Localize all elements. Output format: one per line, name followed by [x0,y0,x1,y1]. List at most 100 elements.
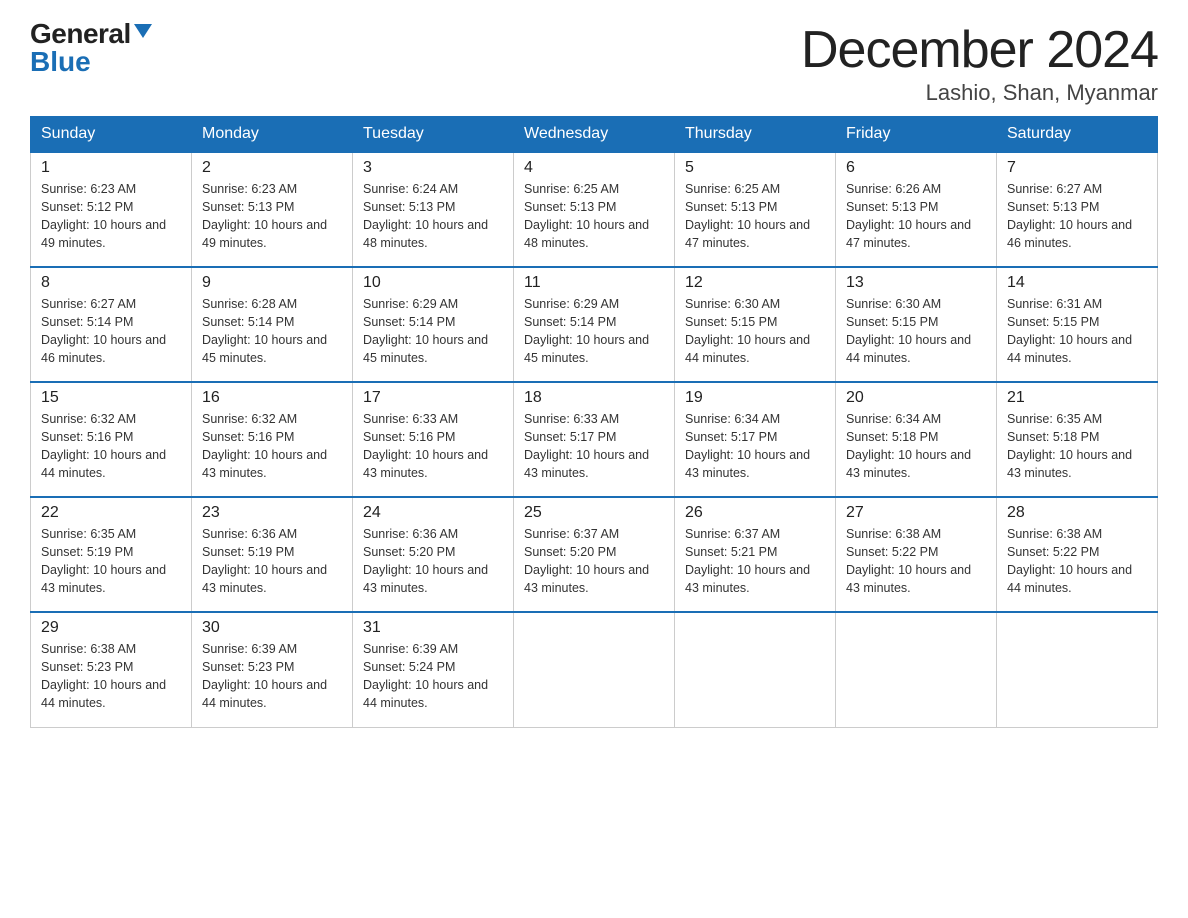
day-cell-27: 27 Sunrise: 6:38 AMSunset: 5:22 PMDaylig… [836,497,997,612]
week-row-5: 29 Sunrise: 6:38 AMSunset: 5:23 PMDaylig… [31,612,1158,727]
month-title: December 2024 [801,20,1158,80]
day-number: 8 [41,274,181,292]
day-cell-13: 13 Sunrise: 6:30 AMSunset: 5:15 PMDaylig… [836,267,997,382]
day-cell-11: 11 Sunrise: 6:29 AMSunset: 5:14 PMDaylig… [514,267,675,382]
day-number: 4 [524,159,664,177]
day-info: Sunrise: 6:25 AMSunset: 5:13 PMDaylight:… [524,180,664,253]
day-number: 21 [1007,389,1147,407]
day-number: 28 [1007,504,1147,522]
empty-cell [514,612,675,727]
day-info: Sunrise: 6:29 AMSunset: 5:14 PMDaylight:… [363,295,503,368]
day-cell-1: 1 Sunrise: 6:23 AMSunset: 5:12 PMDayligh… [31,152,192,267]
day-info: Sunrise: 6:37 AMSunset: 5:21 PMDaylight:… [685,525,825,598]
weekday-header-saturday: Saturday [997,117,1158,153]
day-number: 3 [363,159,503,177]
day-cell-6: 6 Sunrise: 6:26 AMSunset: 5:13 PMDayligh… [836,152,997,267]
day-cell-23: 23 Sunrise: 6:36 AMSunset: 5:19 PMDaylig… [192,497,353,612]
day-info: Sunrise: 6:31 AMSunset: 5:15 PMDaylight:… [1007,295,1147,368]
day-number: 18 [524,389,664,407]
day-cell-31: 31 Sunrise: 6:39 AMSunset: 5:24 PMDaylig… [353,612,514,727]
day-cell-24: 24 Sunrise: 6:36 AMSunset: 5:20 PMDaylig… [353,497,514,612]
day-info: Sunrise: 6:37 AMSunset: 5:20 PMDaylight:… [524,525,664,598]
day-cell-25: 25 Sunrise: 6:37 AMSunset: 5:20 PMDaylig… [514,497,675,612]
day-number: 22 [41,504,181,522]
day-number: 11 [524,274,664,292]
day-number: 1 [41,159,181,177]
day-number: 15 [41,389,181,407]
day-cell-29: 29 Sunrise: 6:38 AMSunset: 5:23 PMDaylig… [31,612,192,727]
title-block: December 2024 Lashio, Shan, Myanmar [801,20,1158,106]
day-number: 26 [685,504,825,522]
day-number: 12 [685,274,825,292]
day-cell-26: 26 Sunrise: 6:37 AMSunset: 5:21 PMDaylig… [675,497,836,612]
day-info: Sunrise: 6:30 AMSunset: 5:15 PMDaylight:… [846,295,986,368]
day-number: 24 [363,504,503,522]
day-cell-2: 2 Sunrise: 6:23 AMSunset: 5:13 PMDayligh… [192,152,353,267]
day-number: 31 [363,619,503,637]
day-cell-14: 14 Sunrise: 6:31 AMSunset: 5:15 PMDaylig… [997,267,1158,382]
weekday-header-wednesday: Wednesday [514,117,675,153]
day-cell-18: 18 Sunrise: 6:33 AMSunset: 5:17 PMDaylig… [514,382,675,497]
day-number: 16 [202,389,342,407]
day-number: 30 [202,619,342,637]
day-number: 10 [363,274,503,292]
day-info: Sunrise: 6:26 AMSunset: 5:13 PMDaylight:… [846,180,986,253]
calendar-table: SundayMondayTuesdayWednesdayThursdayFrid… [30,116,1158,728]
day-number: 9 [202,274,342,292]
day-info: Sunrise: 6:29 AMSunset: 5:14 PMDaylight:… [524,295,664,368]
day-info: Sunrise: 6:34 AMSunset: 5:18 PMDaylight:… [846,410,986,483]
week-row-2: 8 Sunrise: 6:27 AMSunset: 5:14 PMDayligh… [31,267,1158,382]
day-number: 29 [41,619,181,637]
day-cell-9: 9 Sunrise: 6:28 AMSunset: 5:14 PMDayligh… [192,267,353,382]
day-number: 17 [363,389,503,407]
day-number: 6 [846,159,986,177]
day-cell-19: 19 Sunrise: 6:34 AMSunset: 5:17 PMDaylig… [675,382,836,497]
day-cell-17: 17 Sunrise: 6:33 AMSunset: 5:16 PMDaylig… [353,382,514,497]
day-number: 2 [202,159,342,177]
day-info: Sunrise: 6:39 AMSunset: 5:24 PMDaylight:… [363,640,503,713]
weekday-header-sunday: Sunday [31,117,192,153]
day-info: Sunrise: 6:25 AMSunset: 5:13 PMDaylight:… [685,180,825,253]
day-cell-8: 8 Sunrise: 6:27 AMSunset: 5:14 PMDayligh… [31,267,192,382]
day-info: Sunrise: 6:27 AMSunset: 5:14 PMDaylight:… [41,295,181,368]
day-number: 23 [202,504,342,522]
day-cell-5: 5 Sunrise: 6:25 AMSunset: 5:13 PMDayligh… [675,152,836,267]
day-cell-3: 3 Sunrise: 6:24 AMSunset: 5:13 PMDayligh… [353,152,514,267]
week-row-4: 22 Sunrise: 6:35 AMSunset: 5:19 PMDaylig… [31,497,1158,612]
day-info: Sunrise: 6:38 AMSunset: 5:22 PMDaylight:… [1007,525,1147,598]
empty-cell [836,612,997,727]
weekday-header-row: SundayMondayTuesdayWednesdayThursdayFrid… [31,117,1158,153]
day-cell-7: 7 Sunrise: 6:27 AMSunset: 5:13 PMDayligh… [997,152,1158,267]
day-cell-20: 20 Sunrise: 6:34 AMSunset: 5:18 PMDaylig… [836,382,997,497]
day-number: 19 [685,389,825,407]
day-info: Sunrise: 6:23 AMSunset: 5:13 PMDaylight:… [202,180,342,253]
day-info: Sunrise: 6:35 AMSunset: 5:18 PMDaylight:… [1007,410,1147,483]
day-info: Sunrise: 6:27 AMSunset: 5:13 PMDaylight:… [1007,180,1147,253]
weekday-header-friday: Friday [836,117,997,153]
day-info: Sunrise: 6:35 AMSunset: 5:19 PMDaylight:… [41,525,181,598]
day-cell-4: 4 Sunrise: 6:25 AMSunset: 5:13 PMDayligh… [514,152,675,267]
day-number: 20 [846,389,986,407]
day-cell-15: 15 Sunrise: 6:32 AMSunset: 5:16 PMDaylig… [31,382,192,497]
day-info: Sunrise: 6:38 AMSunset: 5:23 PMDaylight:… [41,640,181,713]
day-cell-10: 10 Sunrise: 6:29 AMSunset: 5:14 PMDaylig… [353,267,514,382]
weekday-header-tuesday: Tuesday [353,117,514,153]
location-title: Lashio, Shan, Myanmar [801,80,1158,106]
day-cell-16: 16 Sunrise: 6:32 AMSunset: 5:16 PMDaylig… [192,382,353,497]
day-info: Sunrise: 6:33 AMSunset: 5:16 PMDaylight:… [363,410,503,483]
weekday-header-thursday: Thursday [675,117,836,153]
day-cell-22: 22 Sunrise: 6:35 AMSunset: 5:19 PMDaylig… [31,497,192,612]
empty-cell [675,612,836,727]
day-number: 25 [524,504,664,522]
empty-cell [997,612,1158,727]
day-number: 27 [846,504,986,522]
week-row-3: 15 Sunrise: 6:32 AMSunset: 5:16 PMDaylig… [31,382,1158,497]
day-cell-12: 12 Sunrise: 6:30 AMSunset: 5:15 PMDaylig… [675,267,836,382]
day-number: 5 [685,159,825,177]
day-info: Sunrise: 6:23 AMSunset: 5:12 PMDaylight:… [41,180,181,253]
logo-blue-text: Blue [30,48,152,76]
day-number: 7 [1007,159,1147,177]
logo-triangle-icon [134,24,152,38]
day-info: Sunrise: 6:30 AMSunset: 5:15 PMDaylight:… [685,295,825,368]
day-info: Sunrise: 6:32 AMSunset: 5:16 PMDaylight:… [41,410,181,483]
